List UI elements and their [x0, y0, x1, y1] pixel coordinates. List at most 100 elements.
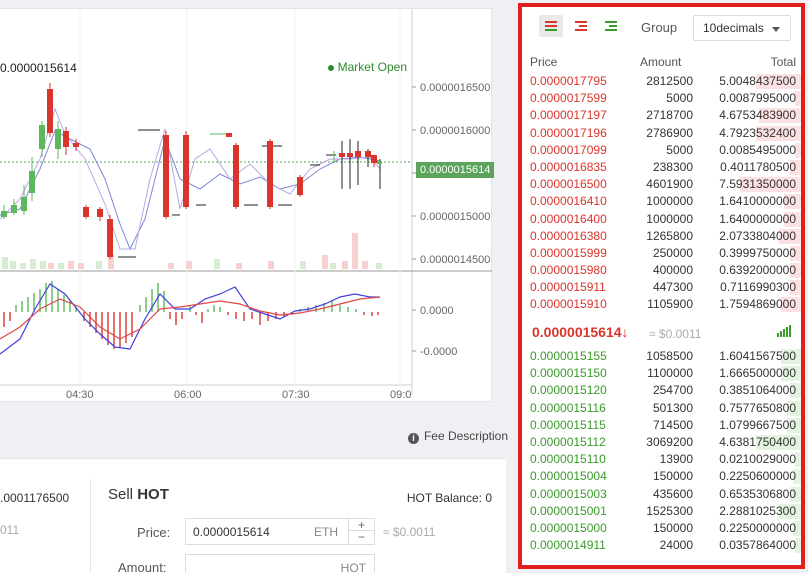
- amount-unit-label: HOT: [340, 561, 366, 573]
- last-price-usd: ≈ $0.0011: [649, 327, 702, 341]
- view-asks-only-button[interactable]: [569, 15, 593, 37]
- bid-row[interactable]: 0.0000015000 150000 0.2250000000: [522, 520, 801, 537]
- view-bids-only-button[interactable]: [599, 15, 623, 37]
- sell-asset-label: HOT: [137, 486, 169, 503]
- bid-row[interactable]: 0.0000015155 1058500 1.6041567500: [522, 348, 801, 365]
- order-price: 0.0000014911: [530, 538, 606, 553]
- crosshair-price-label: 0.0000015614: [0, 61, 77, 75]
- sell-price-value: 0.0000015614: [193, 525, 270, 539]
- ask-row[interactable]: 0.0000017196 2786900 4.7923532400: [522, 125, 801, 142]
- order-price: 0.0000015000: [530, 520, 607, 535]
- order-amount: 5000: [666, 142, 693, 157]
- amount-column-header: Amount: [640, 55, 682, 69]
- order-total: 0.7577650800: [719, 400, 796, 415]
- order-price: 0.0000015980: [530, 263, 607, 278]
- bid-row[interactable]: 0.0000015116 501300 0.7577650800: [522, 400, 801, 417]
- trade-panel: .0001176500 011 Sell HOT HOT Balance: 0 …: [0, 458, 506, 573]
- bid-row[interactable]: 0.0000015004 150000 0.2250600000: [522, 468, 801, 485]
- order-amount: 2718700: [646, 108, 693, 123]
- ask-row[interactable]: 0.0000015911 447300 0.7116990300: [522, 279, 801, 296]
- sell-price-usd: ≈ $0.0011: [383, 525, 436, 539]
- order-amount: 24000: [659, 538, 693, 553]
- order-total: 0.6535306800: [719, 486, 796, 501]
- sell-form-title: Sell HOT: [108, 486, 169, 503]
- order-amount: 1105900: [647, 297, 693, 312]
- bid-row[interactable]: 0.0000015110 13900 0.0210029000: [522, 451, 801, 468]
- order-total: 0.0210029000: [719, 452, 796, 467]
- order-price: 0.0000015150: [530, 366, 607, 381]
- order-total: 5.0048437500: [719, 74, 796, 88]
- bid-row[interactable]: 0.0000015115 714500 1.0799667500: [522, 417, 801, 434]
- price-axis-label: 0.0000014500: [420, 254, 490, 266]
- sell-amount-input[interactable]: HOT: [185, 554, 375, 573]
- order-amount: 13900: [659, 452, 693, 467]
- order-price: 0.0000015115: [530, 417, 606, 432]
- info-icon: i: [407, 433, 419, 444]
- order-total: 4.6381750400: [719, 434, 796, 449]
- asks-list: 0.0000017795 2812500 5.0048437500 0.0000017…: [522, 73, 801, 314]
- order-price: 0.0000015003: [530, 486, 607, 501]
- ask-row[interactable]: 0.0000017599 5000 0.0087995000: [522, 90, 801, 107]
- ask-row[interactable]: 0.0000017099 5000 0.0085495000: [522, 142, 801, 159]
- order-total: 2.2881025300: [719, 503, 796, 518]
- order-amount: 714500: [652, 417, 693, 432]
- ask-row[interactable]: 0.0000015999 250000 0.3999750000: [522, 245, 801, 262]
- sell-action-label: Sell: [108, 486, 134, 503]
- macd-axis-label: 0.0000: [420, 305, 454, 317]
- order-price: 0.0000016410: [530, 194, 607, 209]
- sell-price-input[interactable]: 0.0000015614 ETH + −: [185, 518, 375, 545]
- order-price: 0.0000015120: [530, 383, 607, 398]
- ask-row[interactable]: 0.0000016410 1000000 1.6410000000: [522, 193, 801, 210]
- bid-row[interactable]: 0.0000015003 435600 0.6535306800: [522, 486, 801, 503]
- order-price: 0.0000016380: [530, 228, 607, 243]
- ask-row[interactable]: 0.0000017197 2718700 4.6753483900: [522, 107, 801, 124]
- order-amount: 4601900: [646, 177, 693, 192]
- ask-row[interactable]: 0.0000016835 238300 0.4011780500: [522, 159, 801, 176]
- fee-description-link[interactable]: i Fee Description: [407, 429, 508, 444]
- order-total: 0.3999750000: [719, 245, 796, 260]
- bid-row[interactable]: 0.0000015001 1525300 2.2881025300: [522, 503, 801, 520]
- bid-row[interactable]: 0.0000015112 3069200 4.6381750400: [522, 434, 801, 451]
- order-total: 4.6753483900: [719, 108, 796, 123]
- order-amount: 501300: [652, 400, 693, 415]
- price-axis-label: 0.0000015000: [420, 211, 490, 223]
- order-amount: 2786900: [646, 125, 693, 140]
- order-price: 0.0000016400: [530, 211, 607, 226]
- bids-list: 0.0000015155 1058500 1.6041567500 0.0000015…: [522, 348, 801, 554]
- price-stepper[interactable]: + −: [348, 519, 374, 544]
- order-total: 1.6665000000: [719, 366, 796, 381]
- order-total: 0.2250600000: [719, 469, 796, 484]
- order-amount: 3069200: [646, 434, 693, 449]
- price-chart-panel[interactable]: 0.0000016500 0.0000016000 0.0000015500 0…: [0, 8, 495, 402]
- ask-row[interactable]: 0.0000016380 1265800 2.0733804000: [522, 228, 801, 245]
- bid-row[interactable]: 0.0000014911 24000 0.0357864000: [522, 537, 801, 554]
- order-amount: 254700: [652, 383, 693, 398]
- order-amount: 447300: [652, 280, 693, 295]
- order-amount: 1058500: [646, 349, 693, 363]
- price-decrement-button[interactable]: −: [349, 531, 374, 543]
- order-price: 0.0000015112: [530, 434, 606, 449]
- order-amount: 2812500: [646, 74, 693, 88]
- down-arrow-icon: ↓: [621, 324, 629, 340]
- view-both-sides-button[interactable]: [539, 15, 563, 37]
- bid-row[interactable]: 0.0000015120 254700 0.3851064000: [522, 382, 801, 399]
- order-total: 1.6410000000: [719, 194, 796, 209]
- market-status-label: Market Open: [337, 60, 407, 74]
- market-status: Market Open: [327, 60, 407, 74]
- order-price: 0.0000015155: [530, 349, 607, 363]
- ask-row[interactable]: 0.0000015980 400000 0.6392000000: [522, 262, 801, 279]
- ask-row[interactable]: 0.0000017795 2812500 5.0048437500: [522, 73, 801, 90]
- group-decimals-select[interactable]: 10decimals: [693, 15, 791, 41]
- ask-row[interactable]: 0.0000015910 1105900 1.7594869000: [522, 296, 801, 313]
- price-unit-label: ETH: [314, 525, 338, 539]
- status-dot-icon: [327, 64, 334, 71]
- ask-row[interactable]: 0.0000016400 1000000 1.6400000000: [522, 211, 801, 228]
- amount-field-label: Amount:: [118, 560, 167, 573]
- last-price-row: 0.0000015614↓ ≈ $0.0011: [522, 320, 801, 344]
- order-total: 0.0087995000: [719, 91, 796, 106]
- order-price: 0.0000016835: [530, 159, 607, 174]
- ask-row[interactable]: 0.0000016500 4601900 7.5931350000: [522, 176, 801, 193]
- order-total: 7.5931350000: [719, 177, 796, 192]
- bid-row[interactable]: 0.0000015150 1100000 1.6665000000: [522, 365, 801, 382]
- order-amount: 150000: [652, 469, 693, 484]
